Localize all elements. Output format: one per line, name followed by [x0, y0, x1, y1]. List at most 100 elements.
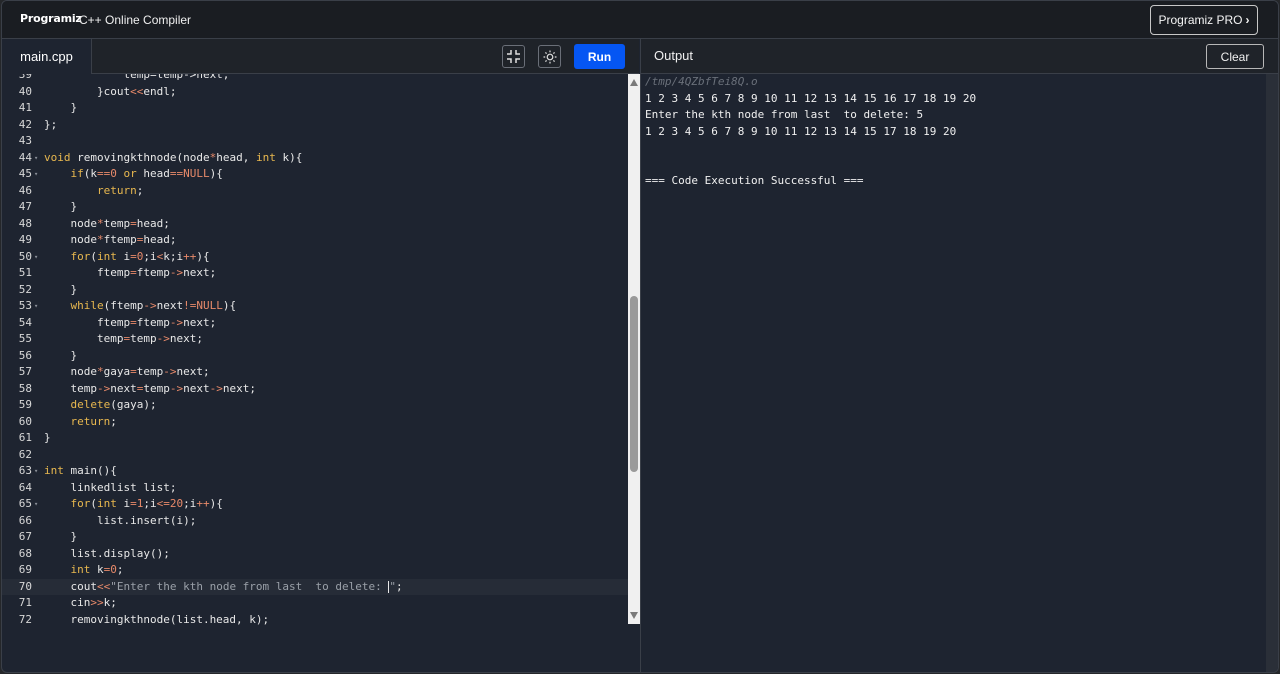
chevron-right-icon: ›	[1245, 13, 1250, 27]
line-number: 55	[18, 332, 32, 345]
code-text: int k=0;	[70, 563, 124, 576]
output-console[interactable]: /tmp/4QZbfTei8Q.o 1 2 3 4 5 6 7 8 9 10 11…	[641, 74, 1266, 672]
code-line[interactable]: 39 temp=temp->next;	[2, 74, 628, 84]
clear-button[interactable]: Clear	[1206, 44, 1264, 69]
code-line[interactable]: 47 }	[2, 199, 628, 216]
code-line[interactable]: 63 ▾ int main(){	[2, 463, 628, 480]
line-number: 64	[18, 480, 32, 494]
code-line[interactable]: 59 delete(gaya);	[2, 397, 628, 414]
line-number: 50	[18, 249, 32, 263]
output-line: Enter the kth node from last to delete: …	[645, 108, 924, 121]
code-line[interactable]: 67 }	[2, 529, 628, 546]
code-line[interactable]: 53 ▾ while(ftemp->next!=NULL){	[2, 298, 628, 315]
code-text: removingkthnode(list.head, k);	[44, 612, 270, 626]
code-line[interactable]: 45 ▾ if(k==0 or head==NULL){	[2, 166, 628, 183]
code-line[interactable]: 49 node*ftemp=head;	[2, 232, 628, 249]
compiler-app: Programiz C++ Online Compiler Programiz …	[1, 0, 1279, 673]
top-header: Programiz C++ Online Compiler Programiz …	[2, 1, 1278, 39]
code-line[interactable]: 52 }	[2, 282, 628, 299]
line-number: 72	[18, 612, 32, 626]
code-line[interactable]: 69 int k=0;	[2, 562, 628, 579]
editor-toolbar: main.cpp Run	[2, 39, 639, 74]
code-line[interactable]: 66 list.insert(i);	[2, 513, 628, 530]
code-line[interactable]: 60 return;	[2, 414, 628, 431]
code-line[interactable]: 48 node*temp=head;	[2, 216, 628, 233]
theme-toggle-button[interactable]	[538, 45, 561, 68]
fold-arrow-icon[interactable]: ▾	[34, 249, 38, 266]
code-line[interactable]: 58 temp->next=temp->next->next;	[2, 381, 628, 398]
code-line[interactable]: 55 temp=temp->next;	[2, 331, 628, 348]
code-line[interactable]: 41 }	[2, 100, 628, 117]
code-text: while(ftemp->next!=NULL){	[70, 299, 237, 312]
line-number: 42	[18, 117, 32, 131]
code-text: if(k==0 or head==NULL){	[70, 167, 223, 180]
code-editor[interactable]: 39 temp=temp->next; 40 }cout<<endl; 41 } 42…	[2, 74, 628, 625]
code-text: for(int i=0;i<k;i++){	[70, 249, 210, 263]
code-text: node*temp=head;	[44, 216, 170, 230]
code-text: cout<<"Enter the kth node from last to d…	[44, 579, 403, 593]
code-line[interactable]: 42};	[2, 117, 628, 134]
code-line[interactable]: 71 cin>>k;	[2, 595, 628, 612]
output-header: Output Clear	[641, 39, 1278, 74]
editor-scrollbar[interactable]	[628, 74, 640, 624]
line-number: 60	[18, 414, 32, 428]
code-line[interactable]: 68 list.display();	[2, 546, 628, 563]
programiz-logo[interactable]: Programiz	[20, 12, 82, 25]
scroll-down-icon[interactable]	[630, 612, 638, 619]
output-line: /tmp/4QZbfTei8Q.o	[645, 75, 758, 88]
line-number: 58	[18, 381, 32, 395]
line-number: 52	[18, 282, 32, 296]
code-line[interactable]: 62	[2, 447, 628, 464]
line-number: 43	[18, 134, 32, 147]
code-text: ftemp=ftemp->next;	[44, 266, 217, 279]
code-text: delete(gaya);	[70, 398, 157, 411]
code-line[interactable]: 44 ▾ void removingkthnode(node*head, int k…	[2, 150, 628, 167]
code-line[interactable]: 72 removingkthnode(list.head, k);	[2, 612, 628, 626]
code-text: void removingkthnode(node*head, int k){	[44, 150, 303, 164]
line-number: 47	[18, 200, 32, 213]
line-number: 40	[18, 84, 32, 98]
fold-arrow-icon[interactable]: ▾	[34, 298, 38, 315]
line-number: 68	[18, 546, 32, 560]
output-scrollbar[interactable]	[1266, 74, 1278, 672]
code-line[interactable]: 64 linkedlist list;	[2, 480, 628, 497]
line-number: 71	[18, 596, 32, 609]
code-line[interactable]: 57 node*gaya=temp->next;	[2, 364, 628, 381]
code-text: temp->next=temp->next->next;	[44, 381, 256, 395]
code-text: };	[44, 117, 58, 131]
code-text: }	[44, 431, 51, 444]
fold-arrow-icon[interactable]: ▾	[34, 463, 38, 480]
line-number: 41	[18, 101, 32, 114]
code-line[interactable]: 61}	[2, 430, 628, 447]
line-number: 39	[18, 74, 32, 81]
line-number: 70	[18, 579, 32, 593]
sun-icon	[543, 50, 556, 63]
pro-button-label: Programiz PRO	[1158, 13, 1243, 27]
code-line[interactable]: 51 ftemp=ftemp->next;	[2, 265, 628, 282]
fold-arrow-icon[interactable]: ▾	[34, 496, 38, 513]
fold-arrow-icon[interactable]: ▾	[34, 150, 38, 167]
line-number: 48	[18, 216, 32, 230]
exit-fullscreen-button[interactable]	[502, 45, 525, 68]
line-number: 62	[18, 447, 32, 461]
code-text: temp=temp->next;	[44, 332, 203, 345]
line-number: 63	[18, 464, 32, 477]
code-line[interactable]: 43	[2, 133, 628, 150]
scroll-up-icon[interactable]	[630, 79, 638, 86]
code-text: }	[44, 200, 78, 213]
code-line[interactable]: 40 }cout<<endl;	[2, 84, 628, 101]
code-line[interactable]: 70 cout<<"Enter the kth node from last t…	[2, 578, 628, 595]
code-line[interactable]: 65 ▾ for(int i=1;i<=20;i++){	[2, 496, 628, 513]
code-line[interactable]: 56 }	[2, 348, 628, 365]
code-line[interactable]: 46 return;	[2, 183, 628, 200]
output-title: Output	[654, 48, 694, 63]
code-line[interactable]: 54 ftemp=ftemp->next;	[2, 315, 628, 332]
line-number: 69	[18, 563, 32, 576]
scrollbar-thumb[interactable]	[630, 296, 638, 472]
line-number: 57	[18, 365, 32, 378]
run-button[interactable]: Run	[574, 44, 625, 69]
code-line[interactable]: 50 ▾ for(int i=0;i<k;i++){	[2, 249, 628, 266]
file-tab-main-cpp[interactable]: main.cpp	[2, 39, 92, 74]
fold-arrow-icon[interactable]: ▾	[34, 166, 38, 183]
programiz-pro-button[interactable]: Programiz PRO ›	[1150, 5, 1258, 35]
